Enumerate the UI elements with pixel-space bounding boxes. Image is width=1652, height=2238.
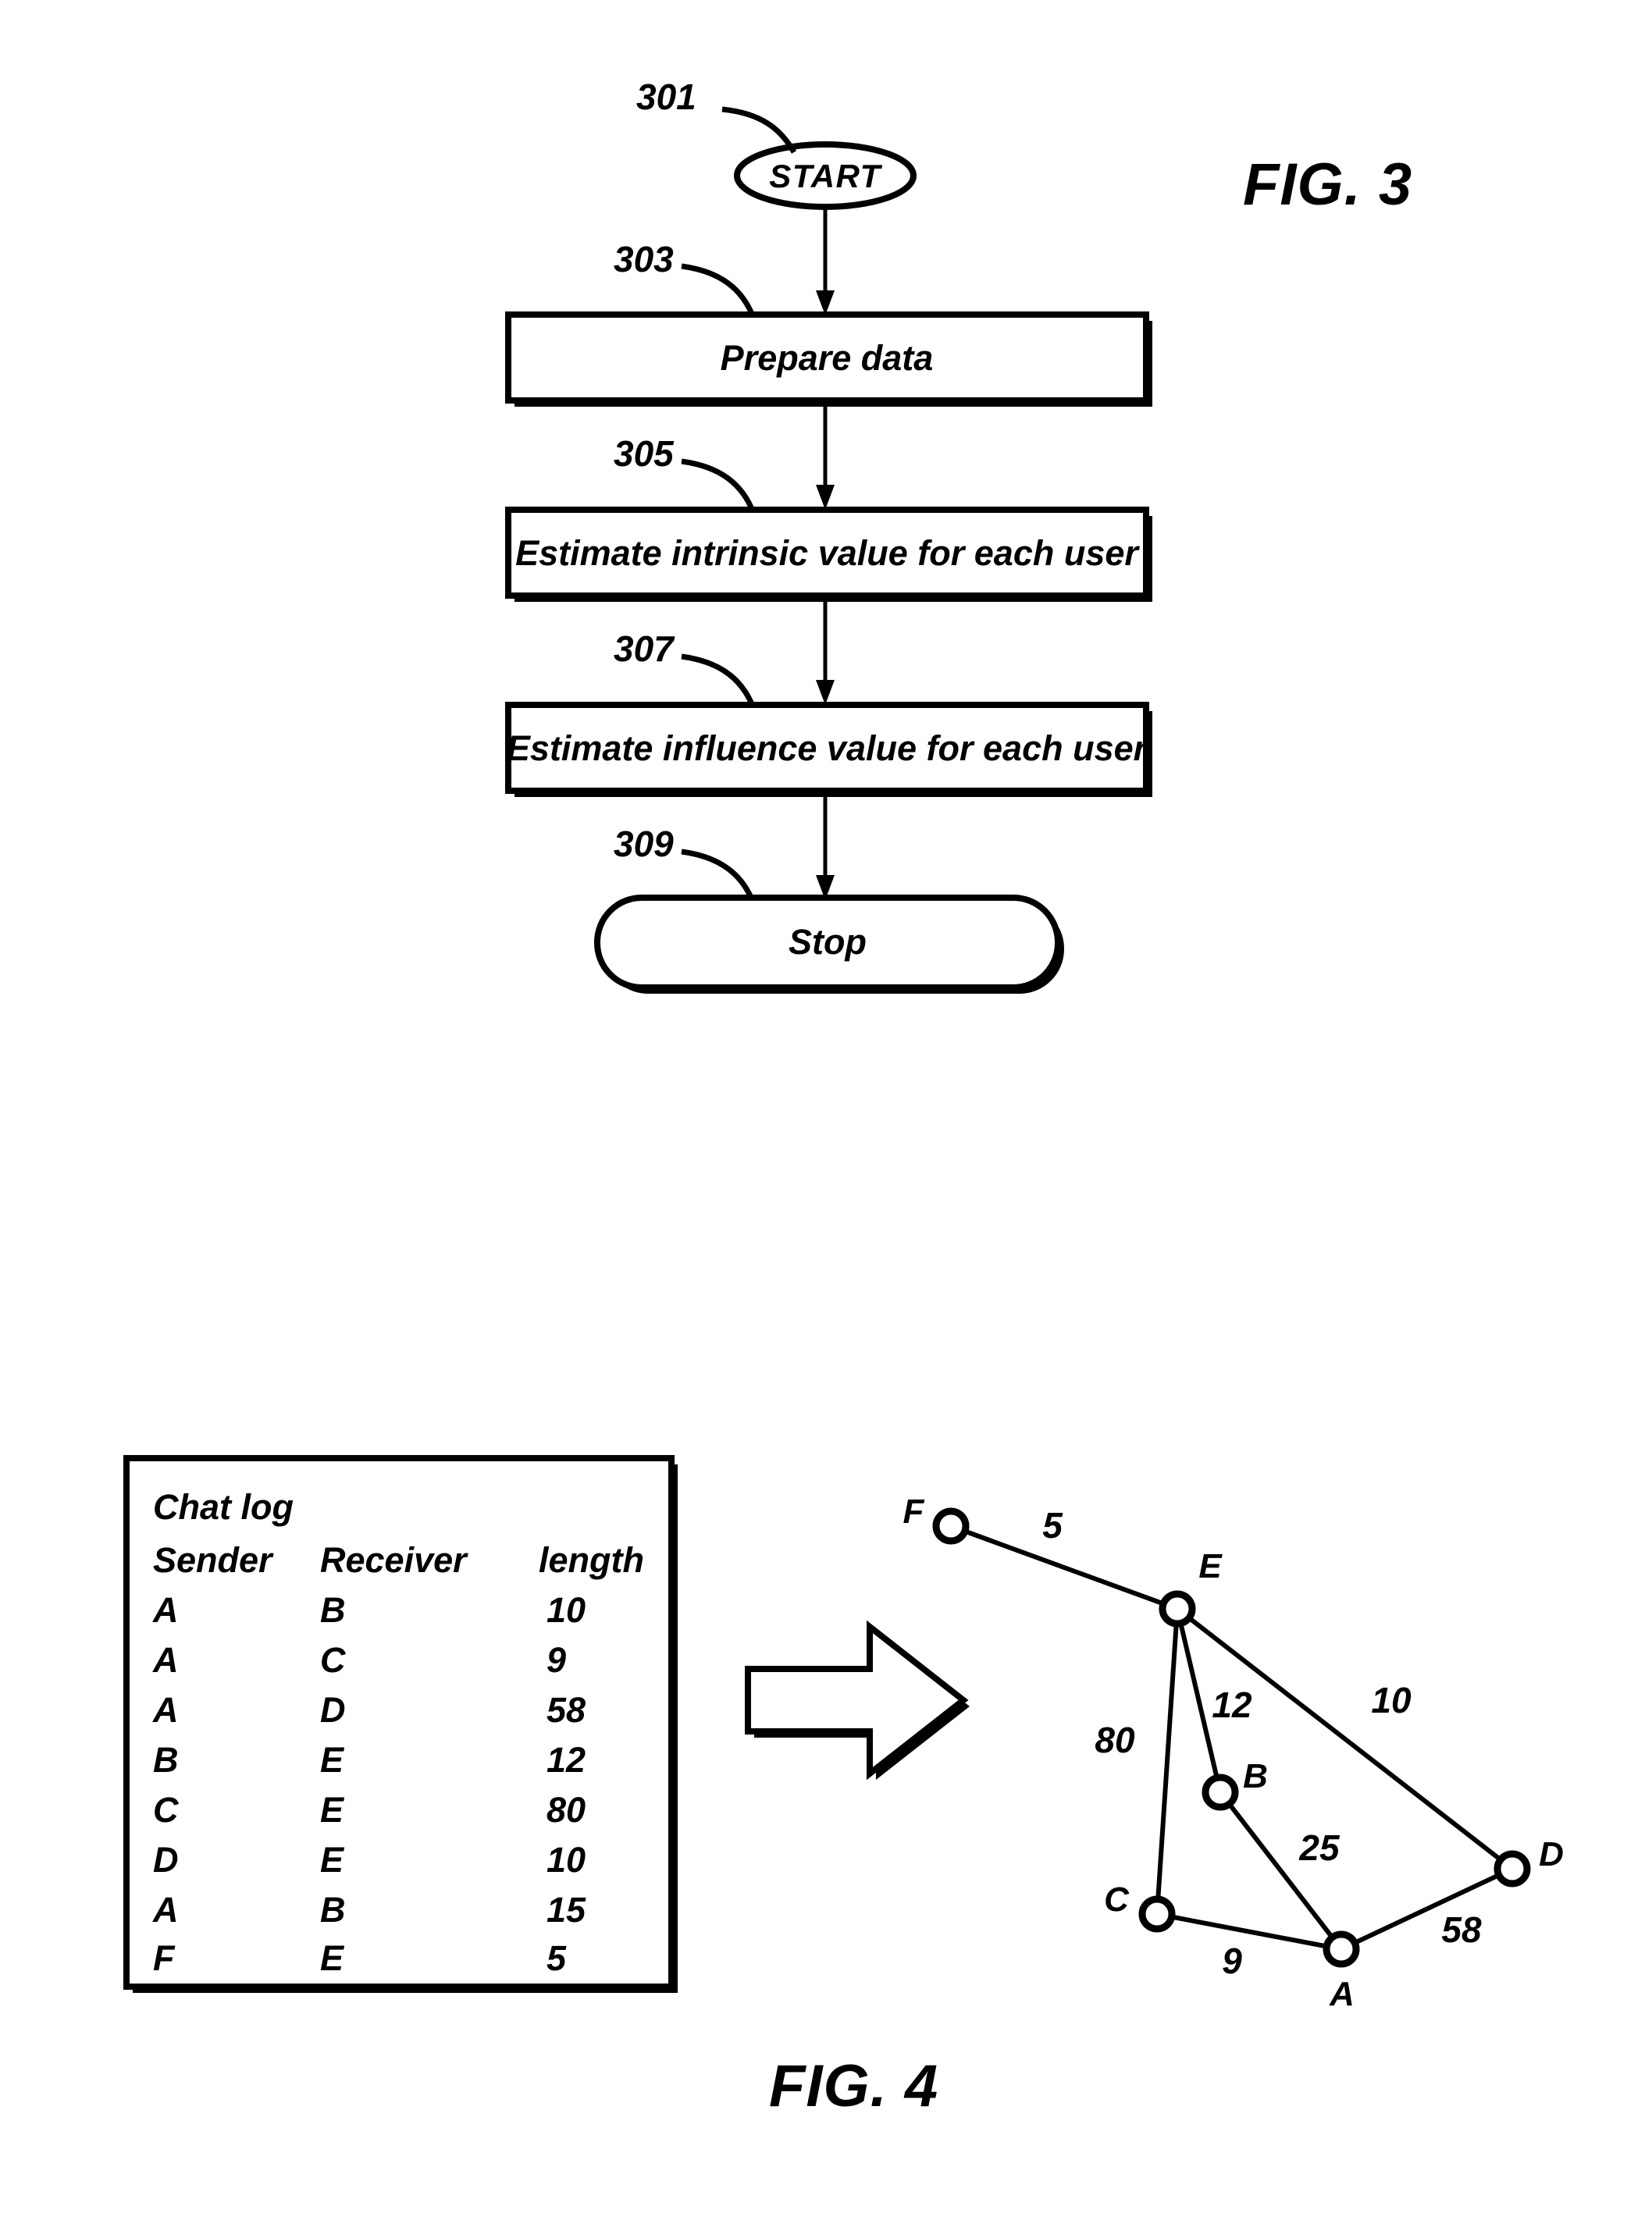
edge-A-D xyxy=(1340,1866,1514,1952)
graph-node-A: A xyxy=(1323,1930,1360,2013)
leader-line-307 xyxy=(681,653,755,706)
node-circle-C xyxy=(1138,1895,1176,1933)
edge-F-E xyxy=(949,1524,1179,1611)
edge-weight-F-E: 5 xyxy=(1042,1505,1063,1546)
arrowhead-303-to-305 xyxy=(816,485,835,510)
edge-weight-E-C: 80 xyxy=(1095,1720,1135,1760)
graph-node-F: F xyxy=(903,1493,970,1545)
cell-receiver: E xyxy=(320,1790,345,1830)
reference-numeral-309: 309 xyxy=(614,824,674,864)
edge-weight-A-D: 58 xyxy=(1441,1909,1482,1950)
edge-weight-C-A: 9 xyxy=(1222,1941,1242,1981)
cell-sender: A xyxy=(152,1690,179,1730)
cell-receiver: E xyxy=(320,1938,345,1978)
stop-terminator-label: Stop xyxy=(789,922,867,962)
chat-log-caption: Chat log xyxy=(153,1487,294,1527)
edge-weight-B-A: 25 xyxy=(1298,1827,1340,1868)
cell-receiver: E xyxy=(320,1840,345,1880)
edge-C-A xyxy=(1156,1912,1342,1952)
cell-receiver: E xyxy=(320,1740,345,1780)
cell-sender: C xyxy=(153,1790,180,1830)
reference-numeral-307: 307 xyxy=(614,628,675,669)
cell-length: 10 xyxy=(547,1840,586,1880)
node-label-C: C xyxy=(1104,1880,1130,1919)
figure-4-title: FIG. 4 xyxy=(769,2053,938,2119)
cell-sender: F xyxy=(153,1938,176,1978)
start-terminator-label: START xyxy=(769,158,882,194)
node-label-F: F xyxy=(903,1493,925,1531)
chat-log-col-length: length xyxy=(539,1540,644,1580)
chat-log-col-sender: Sender xyxy=(153,1540,274,1580)
cell-sender: A xyxy=(152,1640,179,1680)
cell-sender: B xyxy=(153,1740,179,1780)
cell-sender: A xyxy=(152,1590,179,1630)
reference-numeral-303: 303 xyxy=(614,239,674,279)
edge-weight-E-B: 12 xyxy=(1212,1685,1252,1725)
figure-4-group: FIG. 4 Chat log Sender Receiver length A… xyxy=(123,1455,1564,2119)
box-305-label: Estimate intrinsic value for each user xyxy=(515,533,1140,573)
arrowhead-305-to-307 xyxy=(816,680,835,705)
cell-length: 15 xyxy=(547,1890,586,1930)
chat-log-box xyxy=(123,1455,675,1990)
box-303-label: Prepare data xyxy=(721,338,934,378)
graph-node-C: C xyxy=(1104,1880,1176,1933)
leader-line-303 xyxy=(681,263,755,315)
reference-numeral-301: 301 xyxy=(636,76,696,117)
chat-log-col-receiver: Receiver xyxy=(320,1540,468,1580)
reference-numeral-305: 305 xyxy=(614,433,675,474)
leader-line-309 xyxy=(681,849,755,901)
cell-receiver: B xyxy=(320,1590,346,1630)
node-label-A: A xyxy=(1329,1975,1355,2013)
node-label-E: E xyxy=(1198,1547,1223,1585)
cell-length: 9 xyxy=(547,1640,566,1680)
graph-node-E: E xyxy=(1159,1547,1223,1628)
cell-receiver: B xyxy=(320,1890,346,1930)
edge-E-C xyxy=(1155,1608,1180,1915)
cell-length: 12 xyxy=(547,1740,586,1780)
graph-node-D: D xyxy=(1494,1835,1564,1888)
patent-figure-sheet: FIG. 3 START 301 Prepare data 303 Estima… xyxy=(123,76,1564,2119)
node-circle-E xyxy=(1159,1590,1196,1628)
figure-3-title: FIG. 3 xyxy=(1243,151,1412,218)
cell-sender: A xyxy=(152,1890,179,1930)
leader-line-305 xyxy=(681,458,755,511)
graph-edges xyxy=(949,1524,1514,1952)
cell-receiver: C xyxy=(320,1640,347,1680)
box-307-label: Estimate influence value for each user xyxy=(507,728,1149,768)
cell-length: 5 xyxy=(547,1938,567,1978)
edge-E-D xyxy=(1176,1606,1514,1871)
cell-sender: D xyxy=(153,1840,179,1880)
cell-length: 58 xyxy=(547,1690,586,1730)
cell-length: 10 xyxy=(547,1590,586,1630)
edge-B-A xyxy=(1218,1791,1344,1951)
node-circle-B xyxy=(1202,1774,1239,1811)
node-circle-A xyxy=(1323,1930,1360,1968)
edge-weight-E-D: 10 xyxy=(1371,1680,1412,1720)
figure-3-group: FIG. 3 START 301 Prepare data 303 Estima… xyxy=(505,76,1412,994)
node-circle-D xyxy=(1494,1850,1531,1888)
cell-length: 80 xyxy=(547,1790,586,1830)
cell-receiver: D xyxy=(320,1690,346,1730)
node-label-D: D xyxy=(1539,1835,1564,1873)
transform-arrow-icon xyxy=(745,1620,969,1781)
node-label-B: B xyxy=(1243,1757,1268,1795)
node-circle-F xyxy=(932,1507,970,1545)
